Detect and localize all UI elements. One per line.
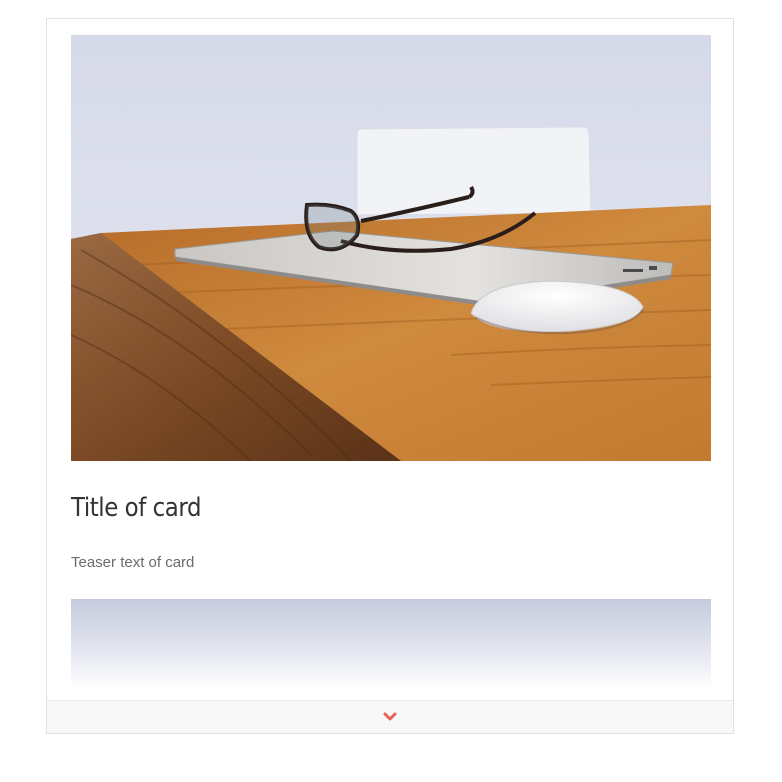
expand-card-button[interactable] xyxy=(47,700,733,733)
card-title: Title of card xyxy=(71,493,202,523)
card-photo xyxy=(71,35,711,461)
card-teaser-text: Teaser text of card xyxy=(71,554,195,571)
card-image xyxy=(71,35,711,461)
chevron-down-icon xyxy=(383,712,397,721)
next-card-image-preview xyxy=(71,599,711,689)
next-card-photo xyxy=(71,599,711,689)
card: Title of card Teaser text of card xyxy=(46,18,734,734)
